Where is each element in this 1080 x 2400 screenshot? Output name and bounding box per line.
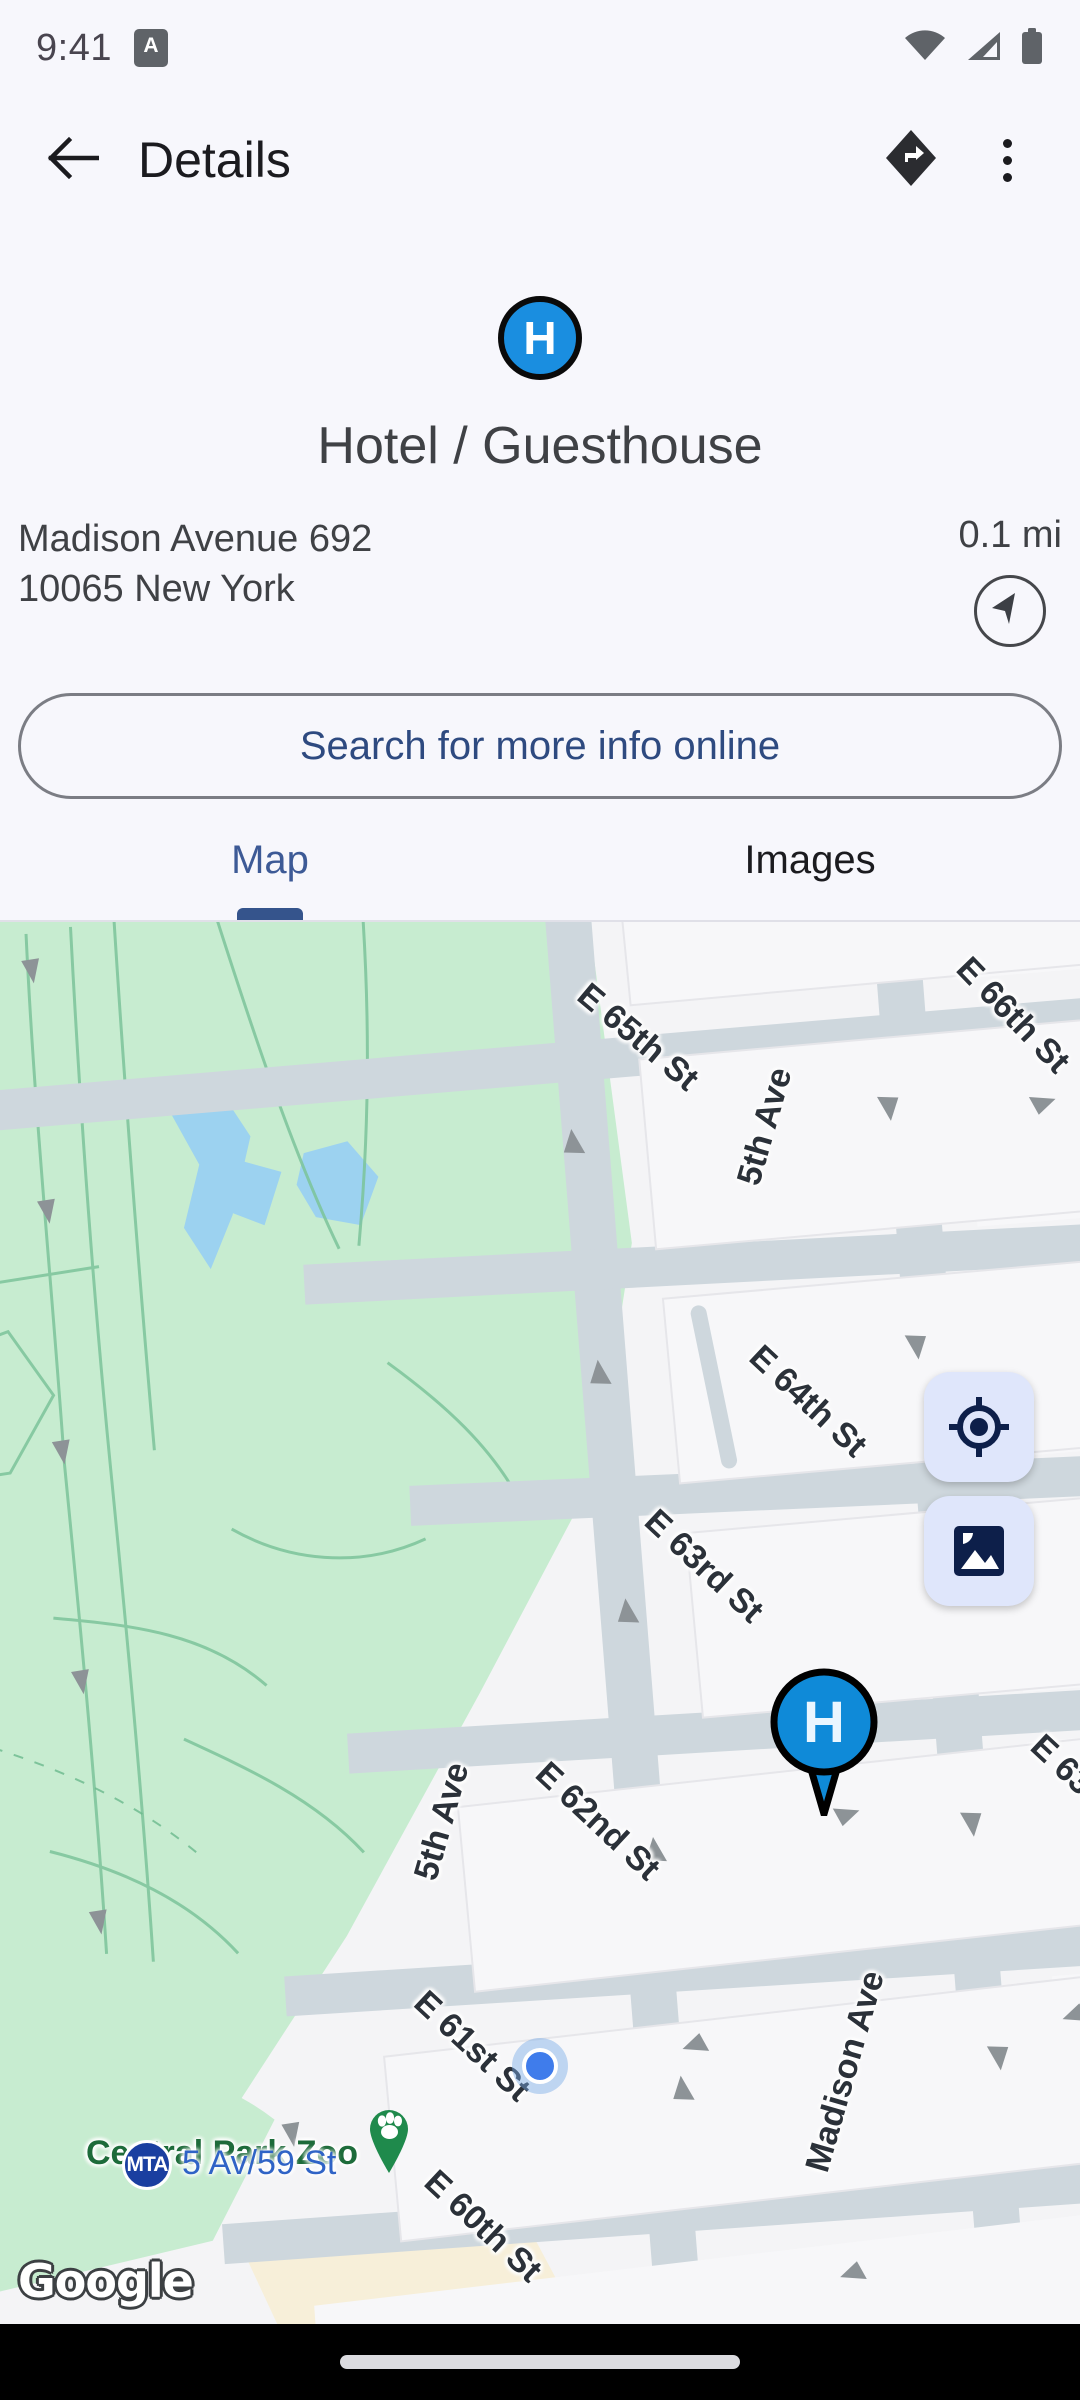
google-attribution: Google: [18, 2254, 194, 2308]
map-view[interactable]: E 66th St E 65th St 5th Ave E 64th St E …: [0, 922, 1080, 2324]
user-location-dot: [512, 2038, 568, 2094]
tab-images-label: Images: [744, 837, 876, 882]
my-location-button[interactable]: [924, 1372, 1034, 1482]
poi-badge-wrapper: H: [0, 296, 1080, 380]
app-notification-icon: A: [133, 29, 168, 67]
svg-text:H: H: [803, 1690, 845, 1755]
status-bar: 9:41 A: [0, 0, 1080, 96]
my-location-icon: [948, 1396, 1010, 1458]
status-time: 9:41: [36, 26, 112, 69]
tab-images[interactable]: Images: [540, 800, 1080, 920]
mta-icon-text: MTA: [126, 2153, 169, 2176]
search-more-info-button[interactable]: Search for more info online: [18, 693, 1062, 799]
layers-image-icon: [951, 1523, 1007, 1579]
poi-header: H Hotel / Guesthouse Madison Avenue 692 …: [0, 224, 1080, 799]
map-canvas: [0, 922, 1080, 2324]
address-line-1: Madison Avenue 692: [18, 518, 373, 560]
tab-map-label: Map: [231, 837, 309, 882]
poi-category-badge: H: [498, 296, 582, 380]
page-title: Details: [138, 132, 291, 188]
back-button[interactable]: [42, 129, 104, 191]
hotel-map-pin[interactable]: H: [770, 1666, 878, 1816]
directions-icon: [884, 128, 938, 193]
phone-screen: 9:41 A Details H Hotel / Guesthouse Madi…: [0, 0, 1080, 2400]
app-bar-actions: [882, 129, 1036, 189]
status-bar-right: [904, 27, 1044, 69]
poi-name: Hotel / Guesthouse: [317, 417, 763, 475]
home-indicator-pill[interactable]: [340, 2355, 740, 2369]
poi-distance: 0.1 mi: [958, 514, 1062, 556]
mta-subway-icon: MTA: [122, 2140, 172, 2190]
system-navigation-bar: [0, 2324, 1080, 2400]
paw-pin-icon[interactable]: [362, 2102, 416, 2174]
bearing-compass: [974, 575, 1047, 647]
transit-station-label: 5 Av/59 St: [182, 2144, 337, 2182]
directions-button[interactable]: [882, 129, 940, 189]
back-arrow-icon: [47, 135, 100, 186]
poi-address: Madison Avenue 692 10065 New York: [18, 514, 372, 614]
poi-address-row: Madison Avenue 692 10065 New York 0.1 mi: [0, 514, 1080, 647]
battery-icon: [1020, 27, 1044, 69]
address-line-2: 10065 New York: [18, 568, 295, 611]
wifi-icon: [904, 29, 946, 67]
tab-map[interactable]: Map: [0, 800, 540, 920]
navigation-arrow-icon: [987, 586, 1033, 637]
status-bar-left: 9:41 A: [36, 27, 168, 70]
cellular-signal-icon: [964, 30, 1002, 67]
poi-distance-block: 0.1 mi: [959, 514, 1062, 647]
map-layers-button[interactable]: [924, 1496, 1034, 1606]
detail-tabs: Map Images: [0, 800, 1080, 922]
app-bar: Details: [0, 96, 1080, 224]
search-more-info-label: Search for more info online: [299, 723, 781, 768]
more-vertical-icon: [1002, 138, 1012, 182]
overflow-menu-button[interactable]: [978, 131, 1036, 189]
